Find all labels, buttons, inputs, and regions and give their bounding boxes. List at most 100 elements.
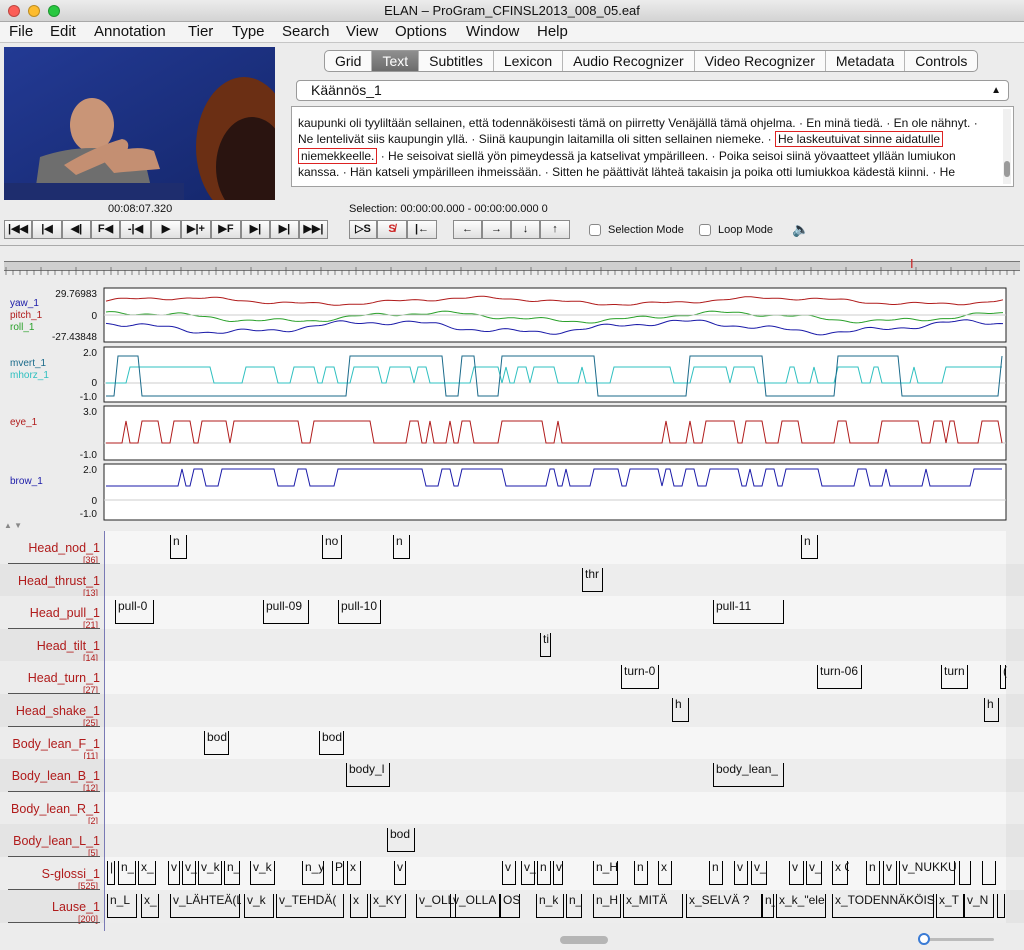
highlighted-segment[interactable]: He laskeutuivat sinne aidatulle <box>774 131 944 147</box>
annotation[interactable]: x_MITÄ <box>623 893 683 918</box>
prev-annotation-button[interactable]: ← <box>453 220 482 239</box>
annotation[interactable]: v <box>789 860 804 885</box>
annotation[interactable]: v_ <box>521 860 536 885</box>
collapse-arrows-icon[interactable]: ▲ ▼ <box>4 521 22 530</box>
close-window-button[interactable] <box>8 5 20 17</box>
tier-lane[interactable]: n no n n <box>104 531 1006 564</box>
tier-lane[interactable] <box>104 791 1006 825</box>
annotation[interactable]: v_ <box>751 860 767 885</box>
menu-tier[interactable]: Tier <box>188 23 213 40</box>
annotation[interactable] <box>982 861 996 885</box>
zoom-knob[interactable] <box>918 933 930 945</box>
timeline-scrollbar[interactable] <box>104 934 904 946</box>
tab-audio-recognizer[interactable]: Audio Recognizer <box>562 51 694 71</box>
text-scrollbar[interactable] <box>1003 109 1011 184</box>
menu-annotation[interactable]: Annotation <box>94 23 166 40</box>
annotation[interactable]: v_k <box>244 893 274 918</box>
annotation[interactable]: | <box>107 860 115 885</box>
annotation[interactable]: turn-06 <box>817 664 862 690</box>
zoom-window-button[interactable] <box>48 5 60 17</box>
tier-lane[interactable]: turn-0 turn-06 turn ( <box>104 661 1007 695</box>
annotation[interactable]: v <box>553 860 563 885</box>
annotation[interactable]: x <box>658 860 672 885</box>
tier-name-body_lean_f_1[interactable]: Body_lean_F_1 <box>0 737 100 751</box>
tier-name-body_lean_r_1[interactable]: Body_lean_R_1 <box>0 802 100 816</box>
annotation[interactable]: x O <box>832 860 849 885</box>
annotation[interactable]: no <box>322 534 342 559</box>
annotation[interactable]: x_ <box>141 893 159 918</box>
annotation[interactable]: x <box>347 860 361 885</box>
annotation[interactable]: v_N <box>964 893 994 918</box>
annotation[interactable]: v <box>883 860 897 885</box>
tier-name-s-glossi_1[interactable]: S-glossi_1 <box>0 867 100 881</box>
annotation[interactable]: v <box>734 860 748 885</box>
annotation[interactable]: n <box>866 860 880 885</box>
annotation[interactable]: n <box>393 534 410 559</box>
go-to-selection-begin-button[interactable]: |← <box>407 220 437 239</box>
annotation[interactable]: bod <box>387 827 415 853</box>
annotation[interactable]: pull-11 <box>713 599 784 625</box>
annotation[interactable]: n_H <box>593 860 618 885</box>
annotation[interactable]: pull-10 <box>338 599 381 625</box>
tier-name-head_pull_1[interactable]: Head_pull_1 <box>0 606 100 620</box>
tier-lane[interactable]: thr <box>104 563 1006 597</box>
scrollbar-thumb[interactable] <box>560 936 608 944</box>
tier-lane[interactable]: body_l body_lean_ <box>104 759 1006 793</box>
annotation[interactable]: x_SELVÄ ? <box>686 893 762 918</box>
annotation[interactable]: ti <box>540 632 551 657</box>
annotation[interactable]: n <box>634 860 648 885</box>
last-frame-button[interactable]: ▶▶| <box>299 220 328 239</box>
menu-help[interactable]: Help <box>537 23 568 40</box>
menu-window[interactable]: Window <box>466 23 519 40</box>
tab-subtitles[interactable]: Subtitles <box>418 51 493 71</box>
scrollbar-thumb[interactable] <box>1004 161 1010 177</box>
tab-metadata[interactable]: Metadata <box>824 51 904 71</box>
prev-second-button[interactable]: ◀| <box>62 220 91 239</box>
annotation[interactable]: thr <box>582 567 603 592</box>
tier-lane[interactable]: ti <box>104 628 1006 662</box>
annotation[interactable]: bod <box>204 730 229 755</box>
tier-name-lause_1[interactable]: Lause_1 <box>0 900 100 914</box>
menu-options[interactable]: Options <box>395 23 447 40</box>
annotation[interactable]: h <box>984 697 999 722</box>
prev-scroll-button[interactable]: |◀ <box>32 220 62 239</box>
tier-down-button[interactable]: ↓ <box>511 220 540 239</box>
annotation[interactable]: n_ <box>224 860 240 885</box>
play-selection-button[interactable]: ▷S <box>349 220 377 239</box>
tier-lane[interactable]: hh <box>104 694 1006 727</box>
annotation[interactable]: x_k_"ele <box>776 893 826 918</box>
next-frame-button[interactable]: ▶F <box>211 220 241 239</box>
tab-text[interactable]: Text <box>371 51 419 71</box>
annotation[interactable]: v_ <box>182 860 197 885</box>
annotation[interactable]: v <box>502 860 516 885</box>
tier-name-head_tilt_1[interactable]: Head_tilt_1 <box>0 639 100 653</box>
annotation[interactable]: x_KY <box>370 893 406 918</box>
clear-selection-button[interactable]: S̸ <box>377 220 407 239</box>
annotation[interactable]: n_L <box>107 893 137 918</box>
annotation[interactable]: P <box>332 860 344 885</box>
annotation[interactable]: bod <box>319 730 344 755</box>
tab-controls[interactable]: Controls <box>904 51 977 71</box>
video-viewer[interactable] <box>4 47 275 200</box>
annotation[interactable]: v_k <box>250 860 275 885</box>
text-tier-select[interactable]: Käännös_1 ▲ <box>296 80 1009 101</box>
next-second-button[interactable]: ▶| <box>241 220 270 239</box>
tier-name-head_shake_1[interactable]: Head_shake_1 <box>0 704 100 718</box>
annotation[interactable]: v_OLLA <box>450 893 500 918</box>
menu-view[interactable]: View <box>346 23 378 40</box>
annotation[interactable]: x_T <box>936 893 964 918</box>
annotation[interactable]: n_ <box>566 893 582 918</box>
annotation[interactable]: h <box>672 697 689 722</box>
annotation[interactable] <box>997 893 1005 918</box>
tier-lane[interactable]: bod <box>104 824 1006 858</box>
minimize-window-button[interactable] <box>28 5 40 17</box>
annotation[interactable]: v_LÄHTEÄ(L <box>170 893 241 918</box>
annotation[interactable]: turn-0 <box>621 664 659 690</box>
menu-search[interactable]: Search <box>282 23 330 40</box>
tier-name-body_lean_l_1[interactable]: Body_lean_L_1 <box>0 834 100 848</box>
tier-name-body_lean_b_1[interactable]: Body_lean_B_1 <box>0 769 100 783</box>
tab-lexicon[interactable]: Lexicon <box>492 51 562 71</box>
annotation[interactable]: v <box>394 860 406 885</box>
menu-edit[interactable]: Edit <box>50 23 76 40</box>
timeline-ruler[interactable]: I <box>4 256 1020 275</box>
